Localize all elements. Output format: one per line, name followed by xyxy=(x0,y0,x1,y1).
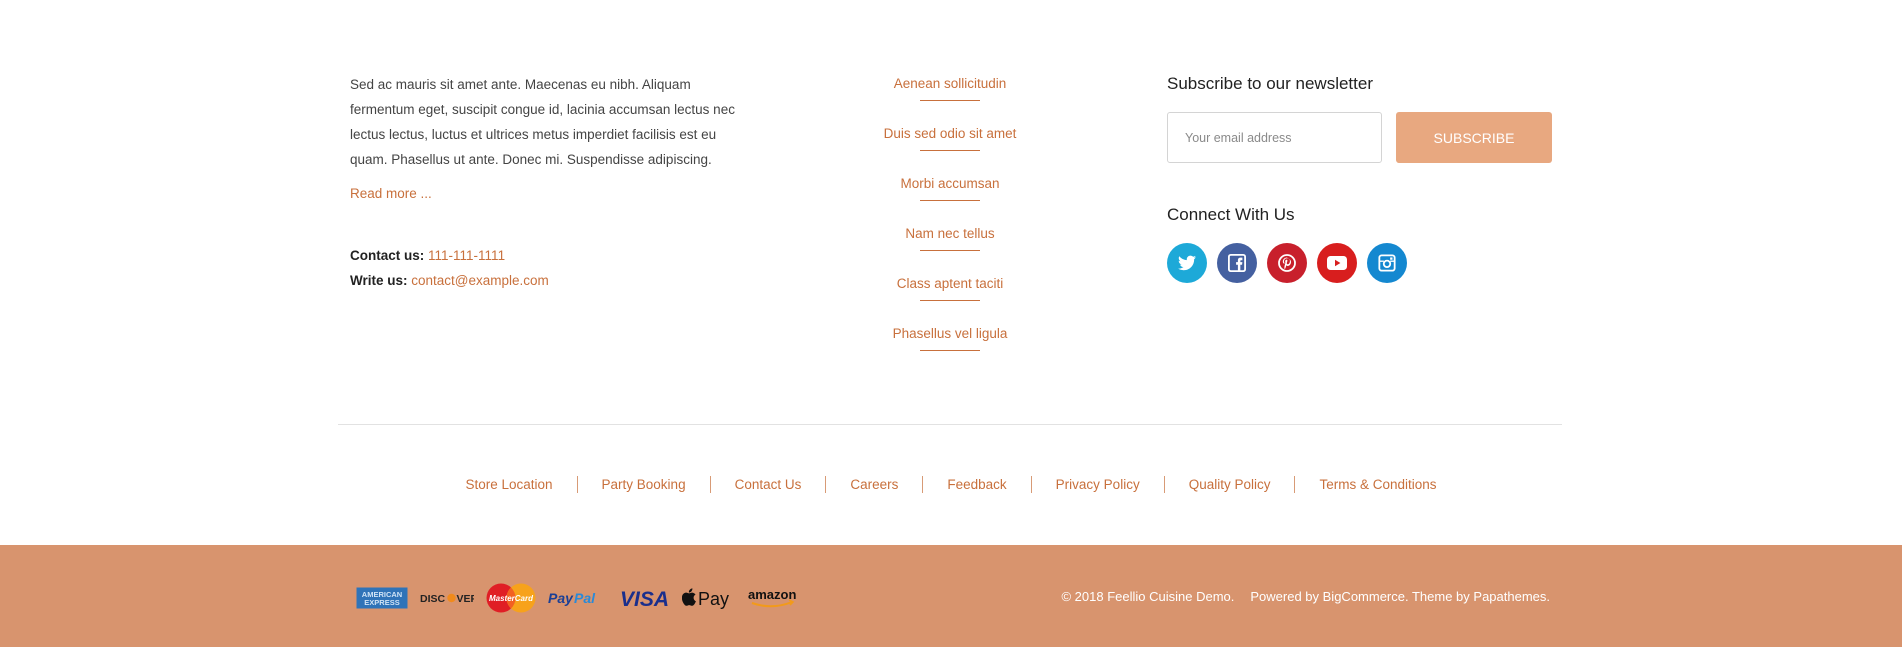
phone-link[interactable]: 111-111-1111 xyxy=(428,248,505,263)
copyright: © 2018 Feellio Cuisine Demo. Powered by B… xyxy=(1061,589,1550,604)
svg-text:VER: VER xyxy=(457,593,475,605)
nav-terms-conditions[interactable]: Terms & Conditions xyxy=(1295,477,1460,492)
footer-link-item: Duis sed odio sit amet xyxy=(870,122,1030,172)
powered-by-text: Powered by BigCommerce. Theme by Papathe… xyxy=(1250,589,1550,604)
payment-icons: AMERICAN EXPRESS DISC VER MasterCard Pay… xyxy=(356,583,800,613)
footer-link-phasellus[interactable]: Phasellus vel ligula xyxy=(893,322,1008,346)
footer-top: Sed ac mauris sit amet ante. Maecenas eu… xyxy=(0,0,1902,424)
twitter-icon[interactable] xyxy=(1167,243,1207,283)
subscribe-form: Subscribe xyxy=(1167,112,1557,163)
nav-quality-policy[interactable]: Quality Policy xyxy=(1165,477,1295,492)
nav-privacy-policy[interactable]: Privacy Policy xyxy=(1032,477,1164,492)
svg-text:Pay: Pay xyxy=(548,590,574,606)
amex-icon: AMERICAN EXPRESS xyxy=(356,583,408,613)
about-column: Sed ac mauris sit amet ante. Maecenas eu… xyxy=(350,72,740,293)
footer-links: Aenean sollicitudin Duis sed odio sit am… xyxy=(870,72,1030,372)
svg-text:VISA: VISA xyxy=(620,588,669,609)
write-label: Write us: xyxy=(350,273,408,288)
about-text: Sed ac mauris sit amet ante. Maecenas eu… xyxy=(350,77,735,167)
footer-link-class[interactable]: Class aptent taciti xyxy=(897,272,1004,296)
nav-separator xyxy=(1030,476,1032,493)
contact-email-row: Write us: contact@example.com xyxy=(350,268,740,293)
copyright-text: © 2018 Feellio Cuisine Demo. xyxy=(1061,589,1235,604)
connect-title: Connect With Us xyxy=(1167,205,1295,224)
pinterest-icon[interactable] xyxy=(1267,243,1307,283)
social-links xyxy=(1167,243,1557,283)
footer-link-item: Class aptent taciti xyxy=(870,272,1030,322)
newsletter-title: Subscribe to our newsletter xyxy=(1167,74,1373,93)
footer-link-item: Morbi accumsan xyxy=(870,172,1030,222)
footer-divider xyxy=(338,424,1562,425)
footer-link-item: Nam nec tellus xyxy=(870,222,1030,272)
nav-separator xyxy=(576,476,578,493)
subscribe-button[interactable]: Subscribe xyxy=(1396,112,1552,163)
email-input[interactable] xyxy=(1167,112,1382,163)
nav-careers[interactable]: Careers xyxy=(826,477,922,492)
contact-phone-row: Contact us: 111-111-1111 xyxy=(350,243,740,268)
footer-link-nam[interactable]: Nam nec tellus xyxy=(905,222,994,246)
footer-link-aenean[interactable]: Aenean sollicitudin xyxy=(894,72,1007,96)
nav-separator xyxy=(1163,476,1165,493)
paypal-icon: Pay Pal xyxy=(548,583,602,613)
visa-icon: VISA xyxy=(620,583,670,613)
nav-feedback[interactable]: Feedback xyxy=(923,477,1030,492)
mastercard-icon: MasterCard xyxy=(486,583,536,613)
nav-contact-us[interactable]: Contact Us xyxy=(711,477,826,492)
nav-separator xyxy=(825,476,827,493)
discover-icon: DISC VER xyxy=(420,583,474,613)
footer-link-item: Aenean sollicitudin xyxy=(870,72,1030,122)
amazon-icon: amazon xyxy=(746,583,800,613)
contact-info: Contact us: 111-111-1111 Write us: conta… xyxy=(350,243,740,293)
nav-store-location[interactable]: Store Location xyxy=(441,477,576,492)
applepay-icon: Pay xyxy=(682,583,734,613)
facebook-icon[interactable] xyxy=(1217,243,1257,283)
svg-text:DISC: DISC xyxy=(420,593,446,605)
bottom-bar: AMERICAN EXPRESS DISC VER MasterCard Pay… xyxy=(0,545,1902,647)
instagram-icon[interactable] xyxy=(1367,243,1407,283)
newsletter-column: Subscribe to our newsletter Subscribe Co… xyxy=(1167,74,1557,283)
bottom-nav: Store Location Party Booking Contact Us … xyxy=(0,476,1902,493)
svg-text:Pal: Pal xyxy=(574,590,596,606)
contact-label: Contact us: xyxy=(350,248,425,263)
nav-party-booking[interactable]: Party Booking xyxy=(578,477,710,492)
read-more-link[interactable]: Read more ... xyxy=(350,186,432,201)
nav-separator xyxy=(1294,476,1296,493)
nav-separator xyxy=(922,476,924,493)
youtube-icon[interactable] xyxy=(1317,243,1357,283)
svg-text:EXPRESS: EXPRESS xyxy=(364,598,399,607)
footer-link-morbi[interactable]: Morbi accumsan xyxy=(900,172,999,196)
nav-separator xyxy=(709,476,711,493)
email-link[interactable]: contact@example.com xyxy=(411,273,549,288)
footer-link-duis[interactable]: Duis sed odio sit amet xyxy=(884,122,1017,146)
svg-text:MasterCard: MasterCard xyxy=(489,594,534,603)
svg-text:Pay: Pay xyxy=(698,589,729,609)
footer-link-item: Phasellus vel ligula xyxy=(870,322,1030,372)
